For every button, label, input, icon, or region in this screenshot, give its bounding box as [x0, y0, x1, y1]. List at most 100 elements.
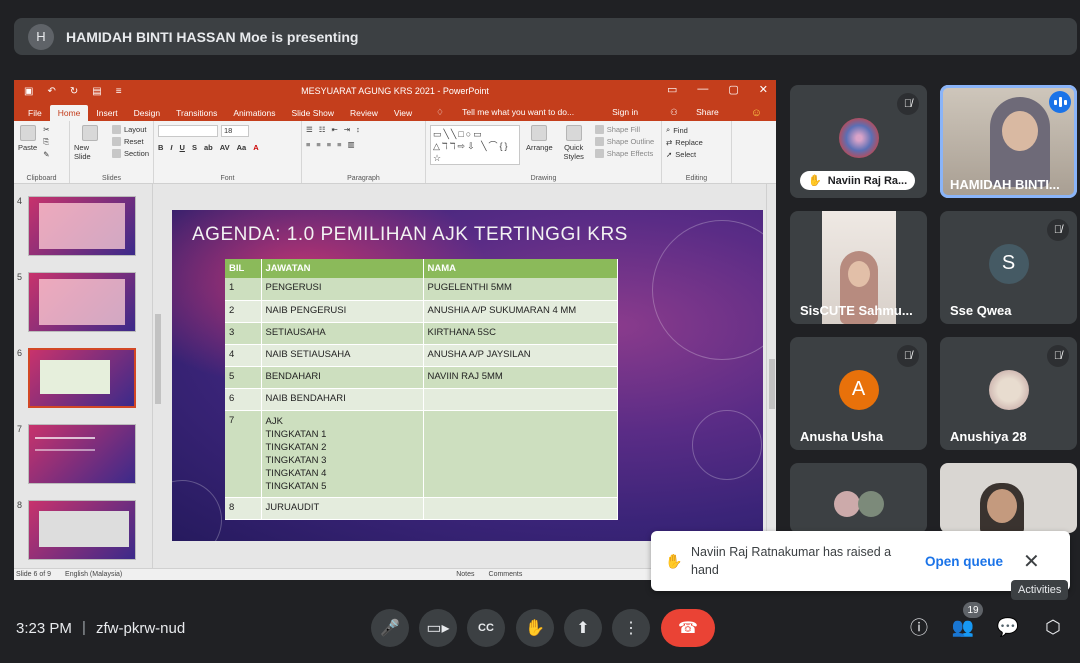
shapes-gallery: ▭╲╲□○▭ △ℸℸ⇨⇩ ╲⌒{}☆ — [430, 125, 520, 165]
paste-button: Paste — [18, 125, 37, 171]
menu-design: Design — [133, 108, 161, 118]
slides-label: Slides — [101, 175, 122, 182]
clipboard-label: Clipboard — [26, 175, 57, 182]
captions-button[interactable]: CC — [467, 609, 505, 647]
tile-anusha[interactable]: 🎙̸ A Anusha Usha — [790, 337, 927, 450]
cell: 6 — [225, 388, 262, 411]
tell-me-text: Tell me what you want to do... — [462, 107, 575, 117]
cell: ANUSHIA A/P SUKUMARAN 4 MM — [423, 300, 618, 323]
menu-insert: Insert — [96, 108, 118, 118]
indent-icon: ⇤ — [331, 125, 338, 134]
section-label: Section — [123, 149, 149, 158]
shared-screen[interactable]: ▣ ↶ ↻ ▤ ≡ MESYUARAT AGUNG KRS 2021 - Pow… — [14, 80, 776, 580]
bullets-icon: ☰ — [306, 125, 313, 134]
numbering-icon: ☷ — [318, 125, 326, 134]
tile-naviin[interactable]: 🎙̸ ✋ Naviin Raj Ra... — [790, 85, 927, 198]
chat-button[interactable]: 💬 — [995, 614, 1021, 640]
separator: | — [82, 619, 86, 636]
avatar — [858, 491, 884, 517]
open-queue-button[interactable]: Open queue — [925, 554, 1003, 569]
thumbs-scrollbar — [152, 184, 162, 568]
find-icon: ⌕ — [666, 125, 671, 134]
reset-icon — [111, 137, 121, 146]
cell: 2 — [225, 300, 262, 323]
minimize-icon: — — [697, 83, 709, 95]
thumb-table — [40, 360, 110, 394]
tile-group[interactable] — [790, 463, 927, 533]
participant-name: SisCUTE Sahmu... — [800, 303, 913, 318]
chat-icon: 💬 — [996, 616, 1020, 637]
format-painter-icon: ✎ — [43, 150, 50, 159]
agenda-table: BIL JAWATAN NAMA 1 PENGERUSI PUGELENTHI 5M… — [225, 259, 618, 520]
meeting-code: zfw-pkrw-nud — [96, 620, 186, 637]
sign-in: Sign in — [612, 107, 639, 117]
table-row: 2 NAIB PENGERUSI ANUSHIA A/P SUKUMARAN 4 M… — [225, 300, 618, 323]
layout-label: Layout — [123, 125, 147, 134]
tile-siscute[interactable]: SisCUTE Sahmu... — [790, 211, 927, 324]
camera-button[interactable]: ▭▸ — [419, 609, 457, 647]
tile-sse[interactable]: 🎙̸ S Sse Qwea — [940, 211, 1077, 324]
hand-icon: ✋ — [525, 620, 545, 637]
share: ⚇ Share — [654, 104, 735, 122]
quick-styles-label: Quick Styles — [563, 143, 584, 161]
section-icon — [111, 149, 121, 158]
window-controls: ▭ — ▢ ✕ — [667, 83, 768, 96]
tile-video[interactable] — [940, 463, 1077, 533]
thumb-text — [35, 437, 95, 451]
leave-call-button[interactable]: ☎ — [661, 609, 715, 647]
shape-format-tools: Shape Fill Shape Outline Shape Effects — [594, 125, 654, 171]
ppt-window-title: MESYUARAT AGUNG KRS 2021 - PowerPoint — [301, 86, 489, 96]
shape-effects-label: Shape Effects — [606, 149, 654, 158]
shadow-icon: S — [191, 143, 197, 152]
decor-ring — [652, 220, 763, 360]
present-button[interactable]: ⬆ — [564, 609, 602, 647]
tile-anushiya[interactable]: 🎙̸ Anushiya 28 — [940, 337, 1077, 450]
activities-button[interactable]: ⬡ — [1040, 614, 1066, 640]
tile-hamidah[interactable]: HAMIDAH BINTI... — [940, 85, 1077, 198]
ppt-menu: File Home Insert Design Transitions Anim… — [14, 102, 776, 121]
ribbon-options-icon: ▭ — [666, 84, 678, 96]
paste-label: Paste — [18, 143, 38, 152]
table-row: 5 BENDAHARI NAVIIN RAJ 5MM — [225, 366, 618, 389]
align-center-icon: ≡ — [316, 140, 321, 149]
slide-thumb-7 — [28, 424, 136, 484]
mic-button[interactable]: 🎤 — [371, 609, 409, 647]
table-row: 6 NAIB BENDAHARI — [225, 388, 618, 411]
cell: SETIAUSAHA — [261, 322, 424, 345]
close-icon: ✕ — [758, 84, 768, 96]
ribbon: Paste ✂ ⎘ ✎ Clipboard New Slide Layout Res… — [14, 121, 776, 184]
activities-tooltip: Activities — [1011, 580, 1069, 600]
shape-outline: Shape Outline — [594, 137, 654, 146]
info-icon: ⓘ — [910, 618, 928, 638]
arrange-button: Arrange — [526, 125, 553, 171]
bottom-bar: 3:23 PM | zfw-pkrw-nud 🎤 ▭▸ CC ✋ ⬆ ⋮ ☎ ⓘ… — [0, 600, 1080, 663]
bold-icon: B — [158, 143, 164, 152]
slide-thumbnails: 4 5 6 7 8 — [14, 184, 162, 568]
hand-icon: ✋ — [665, 552, 683, 569]
thumb-number: 8 — [17, 500, 23, 510]
camera-icon: ▭▸ — [426, 620, 450, 637]
close-icon[interactable]: ✕ — [1023, 549, 1040, 574]
raise-hand-button[interactable]: ✋ — [516, 609, 554, 647]
more-options-button[interactable]: ⋮ — [612, 609, 650, 647]
align-buttons: ≡ ≡ ≡ ≡ ▥ — [306, 140, 421, 149]
paragraph-group: ☰ ☷ ⇤ ⇥ ↕ ≡ ≡ ≡ ≡ ▥ Paragraph — [302, 121, 426, 183]
thumb-number: 7 — [17, 424, 23, 434]
cell — [423, 388, 618, 411]
cell: PENGERUSI — [261, 278, 424, 301]
thumb-images — [39, 511, 129, 547]
slide-thumb-6 — [28, 348, 136, 408]
find-button: ⌕ Find — [666, 125, 703, 135]
table-row: 8 JURUAUDIT — [225, 497, 618, 520]
info-button[interactable]: ⓘ — [906, 614, 932, 640]
layout-icon — [111, 125, 121, 134]
cell: ANUSHA A/P JAYSILAN — [423, 344, 618, 367]
presenting-banner: H HAMIDAH BINTI HASSAN Moe is presenting — [14, 18, 1077, 55]
shape-fill-label: Shape Fill — [606, 125, 641, 134]
cell: 3 — [225, 322, 262, 345]
align-left-icon: ≡ — [306, 140, 311, 149]
face — [987, 489, 1017, 523]
quick-styles-icon — [565, 125, 582, 141]
share-label: Share — [696, 107, 719, 117]
menu-view: View — [393, 108, 413, 118]
